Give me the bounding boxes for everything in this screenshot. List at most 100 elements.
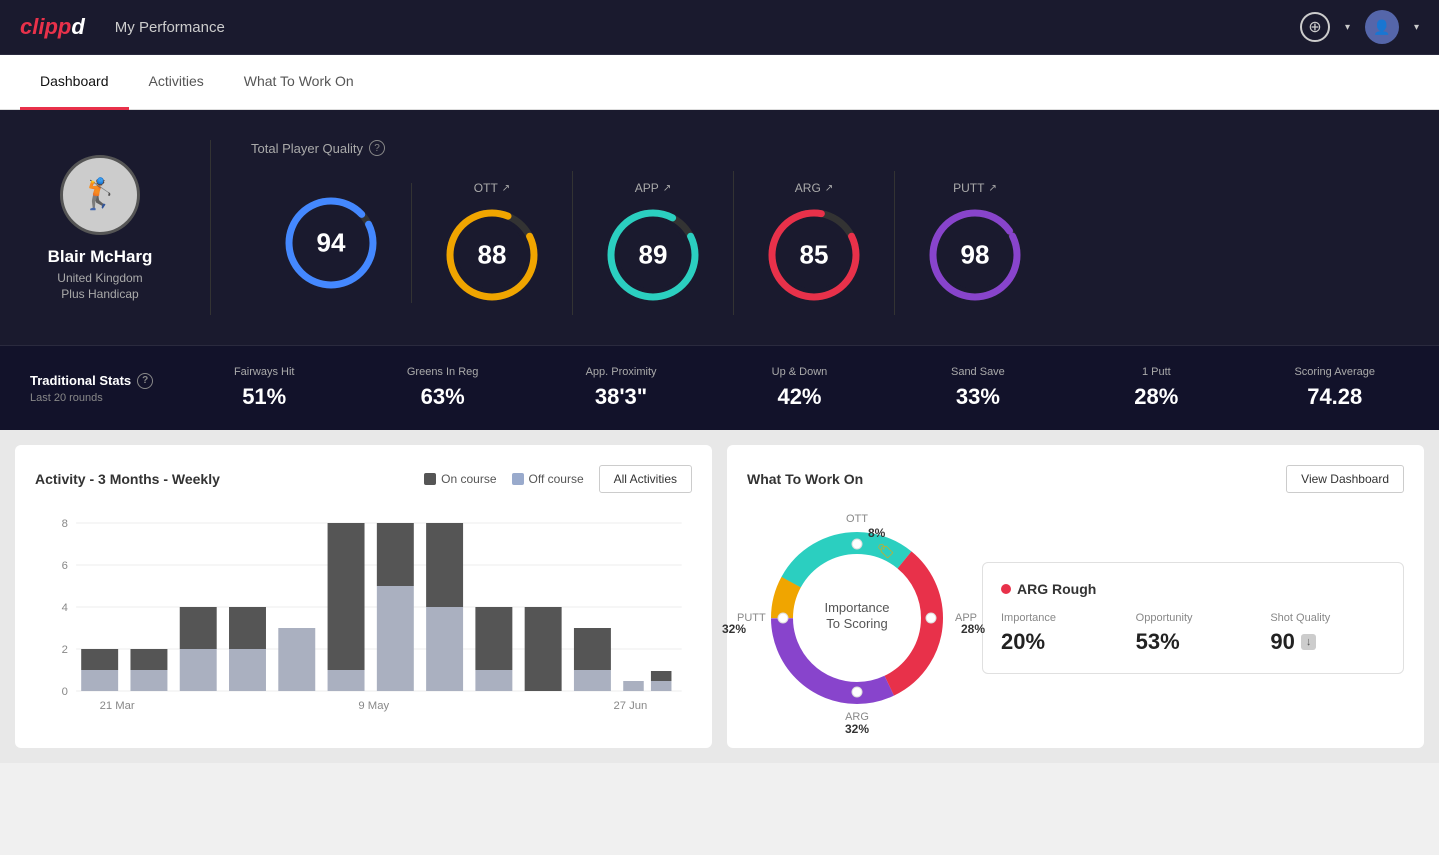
chart-title: Activity - 3 Months - Weekly — [35, 471, 409, 487]
info-card-title: ARG Rough — [1001, 581, 1385, 597]
avatar-chevron: ▾ — [1414, 22, 1419, 33]
svg-text:4: 4 — [62, 602, 68, 614]
wtwo-header: What To Work On View Dashboard — [747, 465, 1404, 493]
svg-text:To Scoring: To Scoring — [826, 616, 887, 631]
svg-text:🏷: 🏷 — [877, 543, 895, 559]
legend-on-course-dot — [424, 473, 436, 485]
ott-arrow: ↗ — [502, 183, 510, 194]
stat-greens: Greens In Reg 63% — [368, 366, 516, 410]
metric-shot-quality: Shot Quality 90 ↓ — [1270, 612, 1385, 655]
tab-activities[interactable]: Activities — [129, 55, 224, 110]
add-chevron: ▾ — [1345, 22, 1350, 33]
ott-ring: 88 — [442, 205, 542, 305]
quality-circles: 94 OTT ↗ 88 — [251, 171, 1409, 315]
value-arg: 32% — [845, 722, 869, 736]
trad-stats-section: Traditional Stats ? Last 20 rounds Fairw… — [0, 345, 1439, 430]
bar-chart: 8 6 4 2 0 — [35, 513, 692, 713]
all-activities-button[interactable]: All Activities — [599, 465, 692, 493]
stat-1putt: 1 Putt 28% — [1082, 366, 1230, 410]
arg-info-card: ARG Rough Importance 20% Opportunity 53%… — [982, 562, 1404, 674]
value-ott: 8% — [868, 526, 885, 540]
chart-legend: On course Off course — [424, 472, 584, 486]
arg-ring: 85 — [764, 205, 864, 305]
avatar[interactable]: 👤 — [1365, 10, 1399, 44]
page-title: My Performance — [115, 19, 1300, 36]
putt-value: 98 — [961, 240, 990, 271]
legend-off-course-dot — [512, 473, 524, 485]
score-badge: ↓ — [1301, 634, 1317, 650]
hero-section: 🏌 Blair McHarg United Kingdom Plus Handi… — [0, 110, 1439, 345]
quality-arg: ARG ↗ 85 — [734, 171, 895, 315]
arg-label: ARG ↗ — [795, 181, 833, 195]
nav-tabs: Dashboard Activities What To Work On — [0, 55, 1439, 110]
putt-label: PUTT ↗ — [953, 181, 997, 195]
stat-scoring: Scoring Average 74.28 — [1261, 366, 1409, 410]
player-handicap: Plus Handicap — [61, 287, 138, 301]
player-name: Blair McHarg — [48, 247, 153, 267]
metric-opportunity: Opportunity 53% — [1136, 612, 1251, 655]
wtwo-content: Importance To Scoring 🏷 OTT 8% APP 28% A… — [747, 508, 1404, 728]
header-actions: ⊕ ▾ 👤 ▾ — [1300, 10, 1419, 44]
svg-text:6: 6 — [62, 560, 68, 572]
label-ott: OTT — [846, 513, 868, 525]
putt-arrow: ↗ — [988, 183, 996, 194]
app-header: clippd My Performance ⊕ ▾ 👤 ▾ — [0, 0, 1439, 55]
arg-indicator — [1001, 584, 1011, 594]
svg-text:0: 0 — [62, 686, 68, 698]
metric-importance: Importance 20% — [1001, 612, 1116, 655]
svg-text:8: 8 — [62, 518, 68, 530]
wtwo-panel: What To Work On View Dashboard — [727, 445, 1424, 748]
bottom-panels: Activity - 3 Months - Weekly On course O… — [0, 430, 1439, 763]
donut-chart-area: Importance To Scoring 🏷 OTT 8% APP 28% A… — [747, 508, 967, 728]
divider-1 — [210, 140, 211, 315]
chart-area: 8 6 4 2 0 — [35, 513, 692, 713]
arg-arrow: ↗ — [825, 183, 833, 194]
app-arrow: ↗ — [663, 183, 671, 194]
svg-text:21 Mar: 21 Mar — [100, 700, 135, 712]
chart-header: Activity - 3 Months - Weekly On course O… — [35, 465, 692, 493]
ott-label: OTT ↗ — [474, 181, 510, 195]
view-dashboard-button[interactable]: View Dashboard — [1286, 465, 1404, 493]
quality-ott: OTT ↗ 88 — [412, 171, 573, 315]
svg-text:2: 2 — [62, 644, 68, 656]
quality-title: Total Player Quality ? — [251, 140, 1409, 156]
trad-stats-subtitle: Last 20 rounds — [30, 392, 160, 404]
svg-text:9 May: 9 May — [358, 700, 389, 712]
ott-value: 88 — [478, 240, 507, 271]
stat-sandsave: Sand Save 33% — [904, 366, 1052, 410]
quality-help-icon[interactable]: ? — [369, 140, 385, 156]
quality-section: Total Player Quality ? 94 OTT — [251, 140, 1409, 315]
tab-dashboard[interactable]: Dashboard — [20, 55, 129, 110]
svg-text:Importance: Importance — [824, 600, 889, 615]
legend-off-course: Off course — [512, 472, 584, 486]
trad-stats-title: Traditional Stats ? — [30, 373, 160, 389]
player-info: 🏌 Blair McHarg United Kingdom Plus Handi… — [30, 155, 170, 301]
app-value: 89 — [639, 240, 668, 271]
stat-fairways: Fairways Hit 51% — [190, 366, 338, 410]
app-ring: 89 — [603, 205, 703, 305]
total-value: 94 — [317, 228, 346, 259]
putt-ring: 98 — [925, 205, 1025, 305]
quality-total: 94 — [251, 183, 412, 303]
tab-what-to-work-on[interactable]: What To Work On — [224, 55, 374, 110]
value-putt: 32% — [722, 622, 746, 636]
trad-stats-help-icon[interactable]: ? — [137, 373, 153, 389]
add-button[interactable]: ⊕ — [1300, 12, 1330, 42]
trad-stats-label: Traditional Stats ? Last 20 rounds — [30, 373, 160, 404]
player-avatar: 🏌 — [60, 155, 140, 235]
activity-panel: Activity - 3 Months - Weekly On course O… — [15, 445, 712, 748]
svg-text:27 Jun: 27 Jun — [613, 700, 647, 712]
stat-updown: Up & Down 42% — [725, 366, 873, 410]
info-metrics: Importance 20% Opportunity 53% Shot Qual… — [1001, 612, 1385, 655]
quality-app: APP ↗ 89 — [573, 171, 734, 315]
stat-proximity: App. Proximity 38'3" — [547, 366, 695, 410]
app-logo: clippd — [20, 14, 85, 40]
value-app: 28% — [961, 622, 985, 636]
player-country: United Kingdom — [57, 271, 142, 285]
total-ring: 94 — [281, 193, 381, 293]
quality-putt: PUTT ↗ 98 — [895, 171, 1055, 315]
donut-chart: Importance To Scoring 🏷 — [747, 508, 967, 728]
legend-on-course: On course — [424, 472, 496, 486]
wtwo-title: What To Work On — [747, 471, 1286, 487]
app-label: APP ↗ — [635, 181, 671, 195]
